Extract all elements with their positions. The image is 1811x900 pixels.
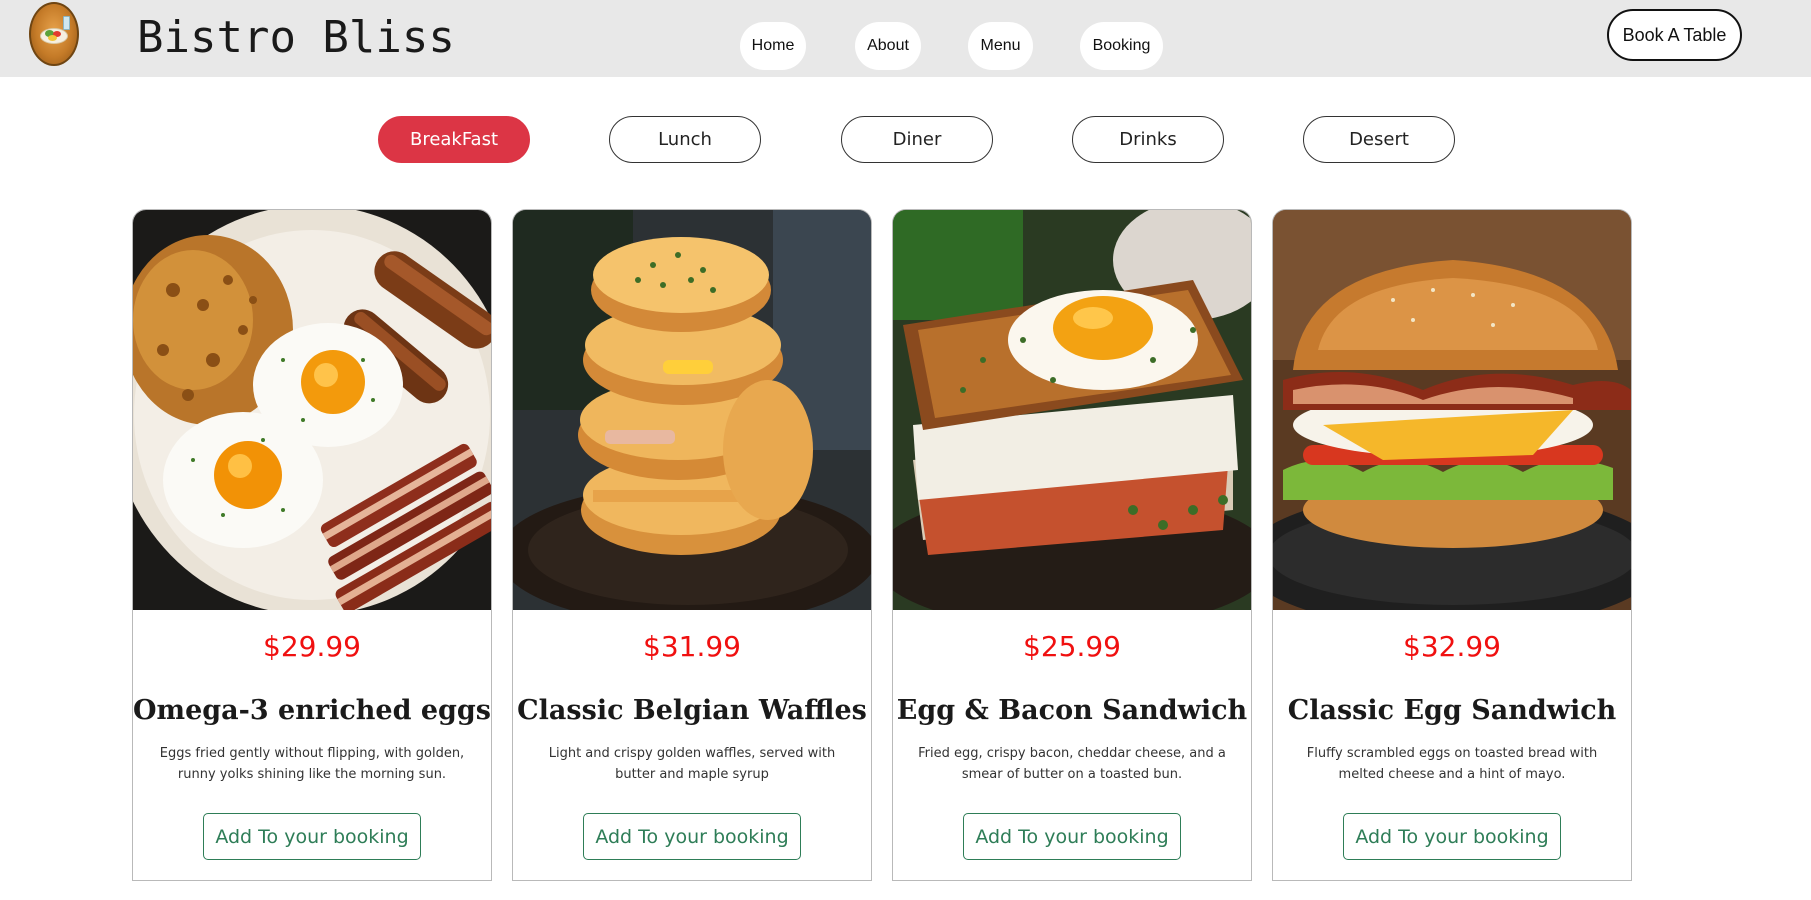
add-to-booking-button[interactable]: Add To your booking [203,813,421,860]
item-description: Fried egg, crispy bacon, cheddar cheese,… [918,746,1226,782]
tab-drinks[interactable]: Drinks [1072,116,1224,163]
food-dot [48,35,57,41]
add-to-booking-button[interactable]: Add To your booking [963,813,1181,860]
item-title: Classic Egg Sandwich [1287,695,1617,726]
glass-icon [63,16,70,30]
item-price: $29.99 [263,630,361,663]
item-description: Fluffy scrambled eggs on toasted bread w… [1306,746,1598,782]
food-image [1273,210,1631,610]
menu-card: $31.99 Classic Belgian Waffles Light and… [512,209,872,881]
item-title: Classic Belgian Waffles [517,695,867,726]
item-title: Egg & Bacon Sandwich [896,695,1248,726]
nav-menu[interactable]: Menu [968,22,1033,70]
food-image [133,210,491,610]
item-title: Omega-3 enriched eggs [133,695,491,726]
food-image [513,210,871,610]
item-price: $31.99 [643,630,741,663]
menu-card: $29.99 Omega-3 enriched eggs Eggs fried … [132,209,492,881]
nav-about[interactable]: About [855,22,921,70]
menu-card: $32.99 Classic Egg Sandwich Fluffy scram… [1272,209,1632,881]
nav-booking[interactable]: Booking [1080,22,1163,70]
add-to-booking-button[interactable]: Add To your booking [1343,813,1561,860]
site-header: Bistro Bliss Home About Menu Booking Boo… [0,0,1811,77]
add-to-booking-button[interactable]: Add To your booking [583,813,801,860]
tab-breakfast[interactable]: BreakFast [378,116,530,163]
item-price: $25.99 [1023,630,1121,663]
book-table-button[interactable]: Book A Table [1607,9,1742,61]
tab-diner[interactable]: Diner [841,116,993,163]
restaurant-logo[interactable] [29,2,79,66]
item-description: Eggs fried gently without flipping, with… [159,746,465,782]
tab-desert[interactable]: Desert [1303,116,1455,163]
nav-home[interactable]: Home [740,22,806,70]
food-image [893,210,1251,610]
item-description: Light and crispy golden waffles, served … [548,746,836,782]
menu-card: $25.99 Egg & Bacon Sandwich Fried egg, c… [892,209,1252,881]
item-price: $32.99 [1403,630,1501,663]
tab-lunch[interactable]: Lunch [609,116,761,163]
brand-name[interactable]: Bistro Bliss [137,10,455,66]
